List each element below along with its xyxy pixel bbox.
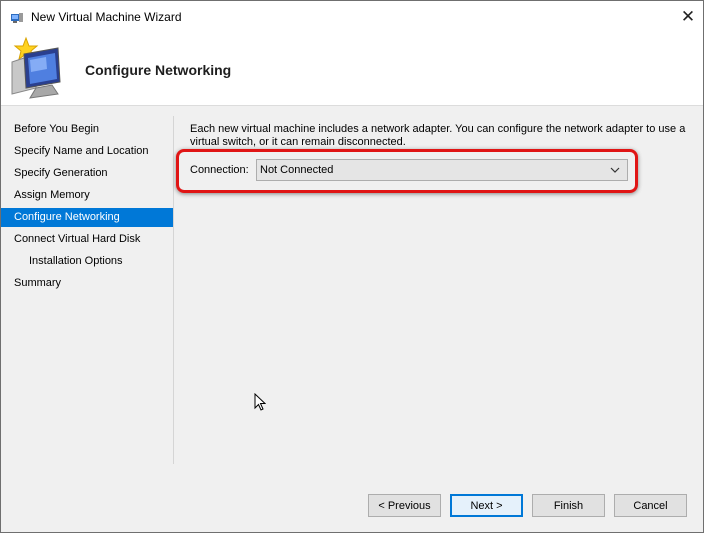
networking-description: Each new virtual machine includes a netw… (190, 123, 686, 148)
hyperv-app-icon (10, 10, 24, 24)
wizard-header: Configure Networking (1, 32, 703, 106)
nav-step-configure-networking[interactable]: Configure Networking (1, 208, 173, 227)
finish-button[interactable]: Finish (532, 494, 605, 517)
wizard-steps-nav: Before You Begin Specify Name and Locati… (1, 106, 173, 464)
nav-step-connect-virtual-hard-disk[interactable]: Connect Virtual Hard Disk (1, 230, 173, 249)
title-bar[interactable]: New Virtual Machine Wizard ✕ (1, 1, 703, 32)
page-title: Configure Networking (85, 62, 232, 78)
previous-button[interactable]: < Previous (368, 494, 441, 517)
connection-dropdown[interactable]: Not Connected (256, 159, 628, 181)
nav-step-installation-options[interactable]: Installation Options (1, 252, 173, 271)
connection-label: Connection: (190, 164, 249, 176)
content-pane: Each new virtual machine includes a netw… (190, 123, 690, 149)
next-button[interactable]: Next > (450, 494, 523, 517)
chevron-down-icon (607, 162, 623, 178)
nav-step-summary[interactable]: Summary (1, 274, 173, 293)
computer-star-icon (6, 36, 68, 102)
nav-step-specify-generation[interactable]: Specify Generation (1, 164, 173, 183)
wizard-window: New Virtual Machine Wizard ✕ Configure N… (0, 0, 704, 533)
mouse-pointer-icon (254, 392, 267, 412)
cancel-button[interactable]: Cancel (614, 494, 687, 517)
window-title: New Virtual Machine Wizard (31, 9, 182, 24)
nav-divider (173, 116, 174, 464)
nav-step-assign-memory[interactable]: Assign Memory (1, 186, 173, 205)
nav-step-before-you-begin[interactable]: Before You Begin (1, 120, 173, 139)
nav-step-specify-name-location[interactable]: Specify Name and Location (1, 142, 173, 161)
connection-selected-value: Not Connected (260, 164, 334, 176)
close-icon[interactable]: ✕ (673, 1, 703, 32)
